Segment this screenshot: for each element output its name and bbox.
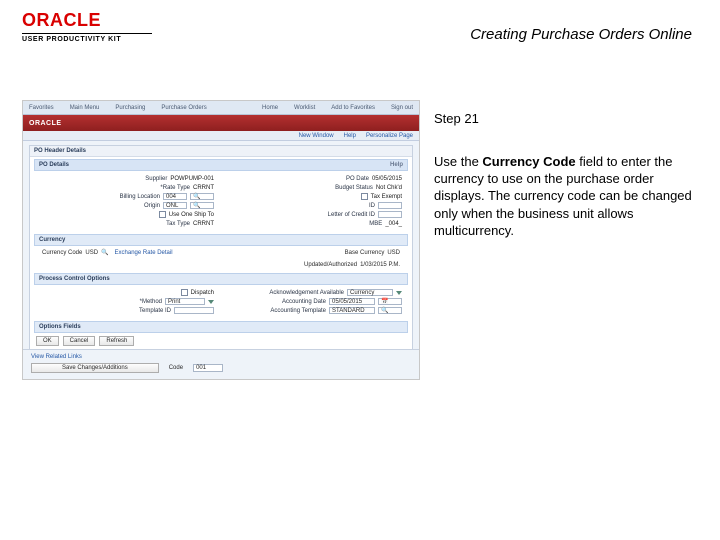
select-method[interactable]: Print: [165, 298, 205, 305]
instruction-text: Use the Currency Code field to enter the…: [434, 153, 694, 239]
select-ack-available[interactable]: Currency: [347, 289, 393, 296]
app-brand-bar: ORACLE: [23, 115, 419, 131]
lookup-icon[interactable]: 🔍: [101, 249, 108, 256]
subnav-link[interactable]: Personalize Page: [366, 133, 413, 139]
oracle-logo: ORACLE USER PRODUCTIVITY KIT: [22, 10, 152, 43]
lookup-icon[interactable]: 🔍: [190, 193, 214, 200]
input-currency-code[interactable]: USD: [85, 250, 98, 256]
value-supplier: POWPUMP-001: [170, 176, 214, 182]
logo-brand: ORACLE: [22, 10, 152, 31]
nav-link[interactable]: Home: [262, 105, 278, 111]
label-po-date: PO Date: [346, 176, 369, 182]
label-base-currency: Base Currency: [345, 250, 385, 256]
lookup-icon[interactable]: 🔍: [378, 307, 402, 314]
value-base-currency: USD: [387, 250, 400, 256]
label-budget-status: Budget Status: [335, 185, 373, 191]
value-po-date: 05/05/2015: [372, 176, 402, 182]
label-template-id: Template ID: [139, 308, 171, 314]
checkbox-tax-exempt[interactable]: [361, 193, 368, 200]
label-supplier: Supplier: [145, 176, 167, 182]
crumb[interactable]: Main Menu: [70, 105, 100, 111]
save-changes-button[interactable]: Save Changes/Additions: [31, 363, 159, 373]
crumb[interactable]: Favorites: [29, 105, 54, 111]
panel-title: PO Header Details: [30, 146, 412, 157]
view-related-links[interactable]: View Related Links: [31, 354, 411, 360]
ok-button[interactable]: OK: [36, 336, 59, 346]
input-id[interactable]: [378, 202, 402, 209]
value-mbe: _004_: [385, 221, 402, 227]
checkbox-one-ship-to[interactable]: [159, 211, 166, 218]
po-details-title: PO Details: [39, 162, 69, 168]
slide-title: Creating Purchase Orders Online: [470, 26, 692, 43]
value-updated: 1/03/2015 P.M.: [360, 262, 400, 268]
options-fields-section: Options Fields: [34, 321, 408, 333]
input-template-id[interactable]: [174, 307, 214, 314]
cancel-button[interactable]: Cancel: [63, 336, 96, 346]
value-rate-type: CRRNT: [193, 185, 214, 191]
app-footer: View Related Links Save Changes/Addition…: [23, 349, 419, 379]
app-subnav: New Window Help Personalize Page: [23, 131, 419, 141]
nav-link[interactable]: Sign out: [391, 105, 413, 111]
app-brand: ORACLE: [29, 120, 62, 127]
label-updated: Updated/Authorized: [304, 262, 357, 268]
currency-row-2: Updated/Authorized1/03/2015 P.M.: [30, 259, 412, 271]
label-tax-exempt: Tax Exempt: [371, 194, 402, 200]
currency-section: Currency: [34, 234, 408, 246]
label-currency-code: Currency Code: [42, 250, 82, 256]
input-footer-code[interactable]: 001: [193, 364, 223, 372]
po-header-panel: PO Header Details PO Details Help Suppli…: [29, 145, 413, 350]
currency-row-1: Currency CodeUSD🔍 Exchange Rate Detail B…: [30, 246, 412, 259]
label-accounting-template: Accounting Template: [270, 308, 326, 314]
label-tax-type: Tax Type: [166, 221, 190, 227]
chevron-down-icon[interactable]: [208, 300, 214, 304]
step-label: Step 21: [434, 110, 694, 127]
logo-rule: [22, 33, 152, 34]
app-screenshot: Favorites Main Menu Purchasing Purchase …: [22, 100, 420, 380]
action-buttons: OK Cancel Refresh: [30, 333, 412, 349]
input-accounting-template[interactable]: STANDARD: [329, 307, 375, 314]
crumb[interactable]: Purchase Orders: [161, 105, 206, 111]
process-control-section: Process Control Options: [34, 273, 408, 285]
instruction-column: Step 21 Use the Currency Code field to e…: [434, 110, 694, 239]
value-tax-type: CRRNT: [193, 221, 214, 227]
help-link[interactable]: Help: [390, 162, 403, 168]
lookup-icon[interactable]: 🔍: [190, 202, 214, 209]
chevron-down-icon[interactable]: [396, 291, 402, 295]
label-billing-loc: Billing Location: [120, 194, 160, 200]
label-id: ID: [369, 203, 375, 209]
po-details-grid: SupplierPOWPUMP-001 *Rate TypeCRRNT Bill…: [30, 171, 412, 232]
label-loc-id: Letter of Credit ID: [328, 212, 375, 218]
label-ack-available: Acknowledgement Available: [269, 290, 344, 296]
logo-subtitle: USER PRODUCTIVITY KIT: [22, 36, 152, 43]
breadcrumb-bar: Favorites Main Menu Purchasing Purchase …: [23, 101, 419, 115]
po-details-header: PO Details Help: [34, 159, 408, 171]
label-accounting-date: Accounting Date: [282, 299, 326, 305]
input-origin[interactable]: ONL: [163, 202, 187, 209]
label-one-ship-to: Use One Ship To: [169, 212, 214, 218]
calendar-icon[interactable]: 📅: [378, 298, 402, 305]
input-billing-loc[interactable]: 004: [163, 193, 187, 200]
input-loc-id[interactable]: [378, 211, 402, 218]
label-method: *Method: [140, 299, 162, 305]
label-dispatch: Dispatch: [191, 290, 214, 296]
checkbox-dispatch[interactable]: [181, 289, 188, 296]
label-footer-code: Code: [169, 365, 183, 371]
nav-link[interactable]: Worklist: [294, 105, 315, 111]
process-control-grid: Dispatch *MethodPrint Template ID Acknow…: [30, 285, 412, 319]
value-budget-status[interactable]: Not Chk'd: [376, 185, 402, 191]
crumb[interactable]: Purchasing: [115, 105, 145, 111]
label-rate-type: *Rate Type: [160, 185, 190, 191]
label-mbe: MBE: [369, 221, 382, 227]
label-origin: Origin: [144, 203, 160, 209]
refresh-button[interactable]: Refresh: [99, 336, 134, 346]
input-accounting-date[interactable]: 05/05/2015: [329, 298, 375, 305]
nav-link[interactable]: Add to Favorites: [331, 105, 375, 111]
link-exchange-rate[interactable]: Exchange Rate Detail: [115, 250, 173, 256]
subnav-link[interactable]: Help: [344, 133, 356, 139]
subnav-link[interactable]: New Window: [299, 133, 334, 139]
